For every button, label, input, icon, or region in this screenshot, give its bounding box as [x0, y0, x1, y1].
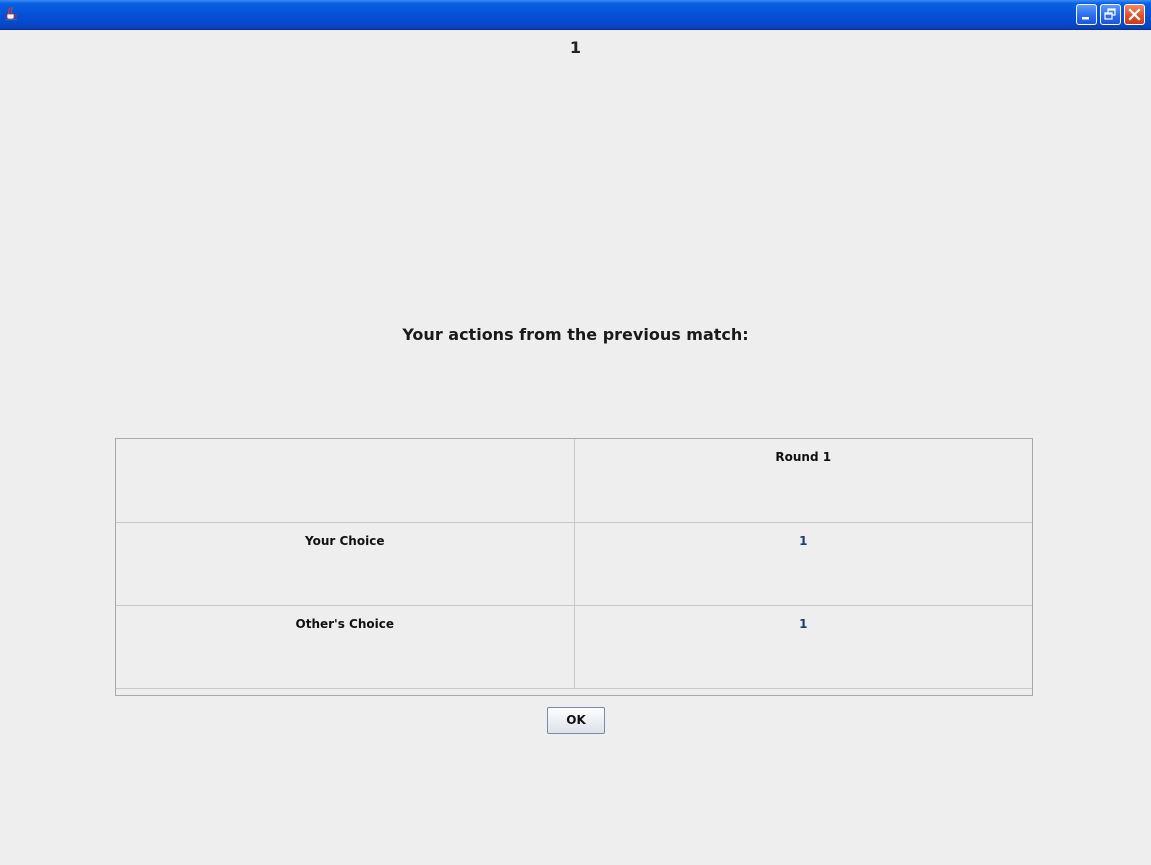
row-value: 1 — [573, 521, 1032, 606]
previous-match-heading: Your actions from the previous match: — [402, 325, 749, 344]
minimize-icon — [1082, 17, 1089, 20]
close-icon — [1128, 8, 1141, 21]
restore-button[interactable] — [1100, 4, 1121, 25]
app-window: 1 Your actions from the previous match: … — [0, 0, 1151, 865]
title-bar[interactable] — [0, 0, 1151, 30]
round-number: 1 — [569, 38, 582, 57]
ok-button[interactable]: OK — [547, 707, 605, 734]
results-table: Round 1 Your Choice 1 Other's Choice 1 — [115, 438, 1033, 696]
table-row: Other's Choice 1 — [116, 604, 1032, 689]
table-header-cell — [116, 439, 575, 523]
minimize-button[interactable] — [1076, 4, 1097, 25]
close-button[interactable] — [1124, 4, 1145, 25]
row-value: 1 — [573, 604, 1032, 689]
row-label: Your Choice — [116, 521, 575, 606]
java-cup-icon — [3, 5, 19, 21]
row-label: Other's Choice — [116, 604, 575, 689]
table-header-row: Round 1 — [116, 439, 1032, 523]
table-row: Your Choice 1 — [116, 521, 1032, 606]
restore-icon — [1104, 8, 1116, 20]
table-header-cell: Round 1 — [573, 439, 1032, 523]
